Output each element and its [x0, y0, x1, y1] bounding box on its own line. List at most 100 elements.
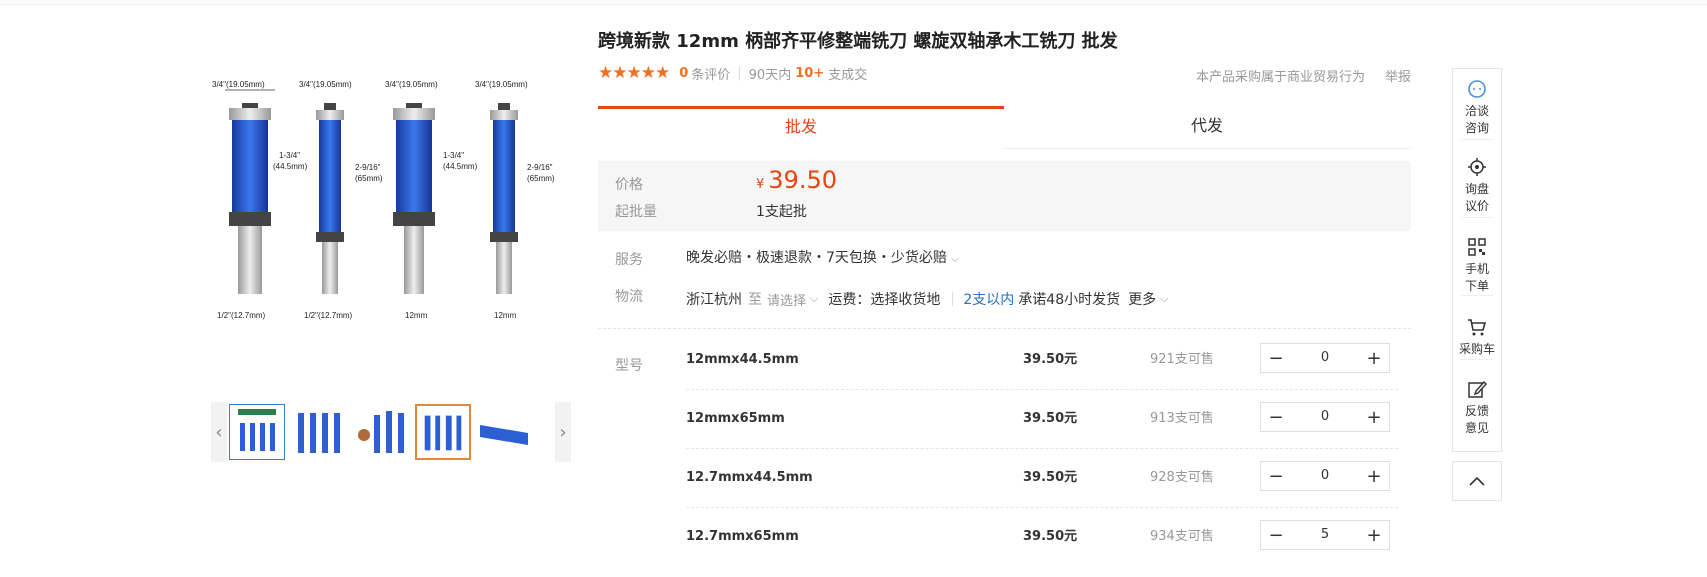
sidebar-item-inquiry[interactable]: 询盘 议价 — [1453, 157, 1501, 215]
destination-select[interactable]: 请选择 — [767, 290, 806, 309]
minus-button[interactable]: − — [1261, 344, 1291, 372]
qr-code-icon — [1468, 238, 1486, 256]
chevron-up-icon — [1469, 476, 1485, 486]
sku-price: 39.50元 — [1023, 411, 1078, 426]
product-main-image[interactable]: 3/4"(19.05mm) 1-3/4" (44.5mm) 1/2"(12.7m… — [205, 80, 575, 340]
report-link[interactable]: 举报 — [1385, 66, 1411, 85]
img-label: 1/2"(12.7mm) — [217, 311, 266, 320]
divider — [1461, 217, 1493, 218]
img-label: 3/4"(19.05mm) — [475, 80, 528, 89]
sku-row: 12mmx65mm 39.50元 913支可售 − 0 + — [686, 389, 1398, 449]
price-box: 价格 ¥39.50 起批量 1支起批 — [598, 161, 1411, 231]
sidebar-item-feedback[interactable]: 反馈 意见 — [1453, 379, 1501, 437]
freight-text: 运费：选择收货地 — [828, 292, 941, 308]
sku-price: 39.50元 — [1023, 470, 1078, 485]
more-link[interactable]: 更多 — [1128, 289, 1156, 309]
sidebar-item-cart[interactable]: 采购车 — [1453, 317, 1501, 358]
img-label: 3/4"(19.05mm) — [299, 80, 352, 89]
plus-button[interactable]: + — [1359, 344, 1389, 372]
edit-icon — [1468, 380, 1487, 398]
quantity-input[interactable]: 5 — [1291, 521, 1359, 549]
chevron-down-icon: ⌵ — [950, 252, 960, 265]
sku-name: 12.7mmx65mm — [686, 529, 799, 544]
thumb-prev-button[interactable]: ‹ — [211, 402, 227, 462]
plus-button[interactable]: + — [1359, 403, 1389, 431]
sidebar-item-mobile-order[interactable]: 手机 下单 — [1453, 237, 1501, 295]
top-border — [0, 0, 1707, 5]
chevron-right-icon: › — [559, 421, 567, 443]
service-dropdown[interactable]: 晚发必赔・极速退款・7天包换・少货必赔 ⌵ — [686, 247, 959, 267]
rating-row: ★★★★★ 0 条评价 | 90天内 10+ 支成交 — [598, 63, 867, 83]
quantity-input[interactable]: 0 — [1291, 462, 1359, 490]
img-label: 1/2"(12.7mm) — [304, 311, 353, 320]
qty-range: 2支以内 — [963, 292, 1015, 308]
router-bit-4: 3/4"(19.05mm) 2-9/16" (65mm) 12mm — [475, 80, 555, 320]
floating-sidebar: 洽谈 咨询 询盘 议价 手机 下单 采购车 反馈 意见 — [1452, 68, 1502, 452]
sidebar-label: 咨询 — [1464, 121, 1489, 135]
sku-row: 12mmx44.5mm 39.50元 921支可售 − 0 + — [686, 330, 1398, 390]
tab-dropship[interactable]: 代发 — [1004, 106, 1410, 146]
header-links: 本产品采购属于商业贸易行为 举报 — [1196, 66, 1411, 85]
review-label[interactable]: 条评价 — [691, 64, 730, 83]
img-label: (65mm) — [355, 174, 383, 183]
minus-button[interactable]: − — [1261, 521, 1291, 549]
minus-button[interactable]: − — [1261, 462, 1291, 490]
sidebar-label: 反馈 — [1464, 404, 1489, 418]
sidebar-label: 采购车 — [1458, 342, 1495, 356]
star-rating-icon: ★★★★★ — [598, 63, 670, 83]
logistics-label: 物流 — [615, 289, 643, 305]
sidebar-item-chat[interactable]: 洽谈 咨询 — [1453, 79, 1501, 137]
thumbnail-4[interactable] — [415, 404, 471, 460]
tab-wholesale[interactable]: 批发 — [598, 106, 1004, 149]
review-count[interactable]: 0 — [679, 66, 688, 81]
sku-row: 12.7mmx65mm 39.50元 934支可售 − 5 + — [686, 507, 1398, 566]
origin: 浙江杭州 — [686, 292, 742, 308]
back-to-top-button[interactable] — [1452, 461, 1502, 501]
days-label: 90天内 — [748, 67, 792, 83]
thumbnail-1[interactable] — [229, 404, 285, 460]
img-label: 12mm — [494, 311, 517, 320]
thumbnail-5[interactable] — [477, 404, 533, 460]
target-icon — [1468, 158, 1486, 176]
divider — [1461, 139, 1493, 140]
product-title: 跨境新款 12mm 柄部齐平修整端铣刀 螺旋双轴承木工铣刀 批发 — [598, 31, 1118, 52]
plus-button[interactable]: + — [1359, 462, 1389, 490]
sku-name: 12mmx44.5mm — [686, 352, 799, 367]
router-bit-1: 3/4"(19.05mm) 1-3/4" (44.5mm) 1/2"(12.7m… — [212, 80, 308, 320]
plus-button[interactable]: + — [1359, 521, 1389, 549]
price-value: ¥39.50 — [756, 166, 837, 194]
img-label: 1-3/4" — [443, 151, 464, 160]
img-label: (65mm) — [527, 174, 555, 183]
divider — [1461, 359, 1493, 360]
logistics-row: 浙江杭州 至 请选择 ⌵ 运费：选择收货地 2支以内 承诺48小时发货 更多 ⌵ — [686, 289, 1168, 309]
chevron-down-icon[interactable]: ⌵ — [1160, 292, 1168, 306]
sku-name: 12mmx65mm — [686, 411, 785, 426]
chevron-down-icon[interactable]: ⌵ — [810, 292, 818, 306]
router-bit-2: 3/4"(19.05mm) 2-9/16" (65mm) 1/2"(12.7mm… — [299, 80, 383, 320]
router-bit-3: 3/4"(19.05mm) 1-3/4" (44.5mm) 12mm — [385, 80, 478, 320]
thumb-next-button[interactable]: › — [555, 402, 571, 462]
thumbnail-2[interactable] — [291, 404, 347, 460]
service-label: 服务 — [615, 252, 643, 268]
cart-icon — [1468, 319, 1487, 336]
sidebar-label: 手机 — [1464, 262, 1489, 276]
sku-name: 12.7mmx44.5mm — [686, 470, 813, 485]
quantity-input[interactable]: 0 — [1291, 344, 1359, 372]
divider — [598, 328, 1411, 329]
trade-note: 本产品采购属于商业贸易行为 — [1195, 70, 1365, 85]
minus-button[interactable]: − — [1261, 403, 1291, 431]
model-label: 型号 — [615, 358, 643, 374]
img-label: 1-3/4" — [279, 151, 300, 160]
sku-row: 12.7mmx44.5mm 39.50元 928支可售 − 0 + — [686, 448, 1398, 508]
divider — [952, 292, 954, 306]
thumbnail-3[interactable] — [353, 404, 409, 460]
moq-value: 1支起批 — [756, 204, 807, 220]
quantity-stepper: − 0 + — [1260, 343, 1390, 373]
img-label: 3/4"(19.05mm) — [385, 80, 438, 89]
to-label: 至 — [748, 292, 762, 308]
price-label: 价格 — [615, 177, 643, 193]
quantity-input[interactable]: 0 — [1291, 403, 1359, 431]
img-label: 3/4"(19.05mm) — [212, 80, 265, 89]
quantity-stepper: − 0 + — [1260, 461, 1390, 491]
quantity-stepper: − 0 + — [1260, 402, 1390, 432]
